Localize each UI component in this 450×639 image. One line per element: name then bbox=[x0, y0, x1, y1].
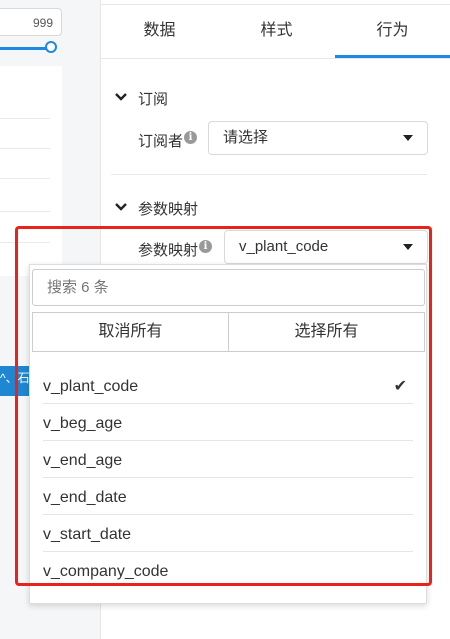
subscribe-section-title[interactable]: 订阅 bbox=[138, 88, 168, 109]
chevron-down-icon[interactable] bbox=[113, 199, 129, 215]
option-label: v_company_code bbox=[43, 563, 169, 580]
slider-handle[interactable] bbox=[45, 41, 57, 53]
list-item[interactable]: v_end_age bbox=[43, 441, 413, 478]
option-label: v_beg_age bbox=[43, 415, 123, 432]
left-list-panel bbox=[0, 66, 62, 276]
option-label: v_start_date bbox=[43, 526, 132, 543]
select-all-button[interactable]: 选择所有 bbox=[228, 312, 425, 352]
list-item[interactable]: v_beg_age bbox=[43, 404, 413, 441]
option-label: v_end_date bbox=[43, 489, 127, 506]
mapping-label: 参数映射 i bbox=[138, 239, 213, 260]
divider bbox=[0, 148, 50, 149]
section-divider bbox=[111, 174, 427, 175]
number-input[interactable]: 999 bbox=[0, 8, 62, 36]
mapping-select[interactable]: v_plant_code bbox=[224, 230, 428, 264]
caret-down-icon bbox=[403, 135, 413, 141]
deselect-all-button[interactable]: 取消所有 bbox=[32, 312, 229, 352]
tab-style[interactable]: 样式 bbox=[218, 0, 335, 58]
divider bbox=[0, 242, 50, 243]
list-item[interactable]: v_end_date bbox=[43, 478, 413, 515]
info-icon[interactable]: i bbox=[184, 131, 198, 144]
search-input[interactable] bbox=[32, 269, 425, 306]
info-icon[interactable]: i bbox=[199, 240, 213, 253]
caret-down-icon bbox=[403, 244, 413, 250]
tab-data[interactable]: 数据 bbox=[101, 0, 218, 58]
table-header-text: ^、石 bbox=[0, 371, 30, 385]
option-label: v_plant_code bbox=[43, 378, 139, 395]
subscriber-select[interactable]: 请选择 bbox=[208, 121, 428, 155]
divider bbox=[0, 211, 50, 212]
list-item[interactable]: v_company_code bbox=[43, 552, 413, 589]
divider bbox=[0, 178, 50, 179]
divider bbox=[0, 118, 50, 119]
panel-tabs: 数据 样式 行为 bbox=[101, 0, 450, 59]
subscriber-label-text: 订阅者 bbox=[138, 133, 184, 150]
list-item[interactable]: v_start_date bbox=[43, 515, 413, 552]
list-item[interactable]: v_plant_code ✔ bbox=[43, 367, 413, 404]
chevron-down-icon[interactable] bbox=[113, 89, 129, 105]
checkmark-icon: ✔ bbox=[393, 378, 407, 395]
option-label: v_end_age bbox=[43, 452, 123, 469]
mapping-select-value: v_plant_code bbox=[239, 238, 329, 255]
tab-behavior[interactable]: 行为 bbox=[335, 0, 450, 58]
mapping-label-text: 参数映射 bbox=[138, 242, 199, 259]
mapping-dropdown-menu: 取消所有 选择所有 v_plant_code ✔ v_beg_age v_end… bbox=[29, 264, 427, 604]
subscriber-select-value: 请选择 bbox=[223, 129, 269, 146]
active-tab-indicator bbox=[335, 55, 450, 58]
subscriber-label: 订阅者 i bbox=[138, 130, 198, 151]
mapping-section-title[interactable]: 参数映射 bbox=[138, 198, 198, 219]
